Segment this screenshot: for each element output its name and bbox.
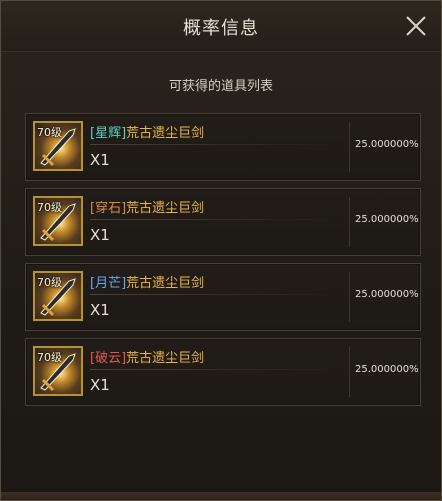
list-item: 70级 [星辉]荒古遗尘巨剑 X1 25.000000%	[25, 113, 421, 181]
item-level: 70级	[37, 201, 62, 214]
list-item: 70级 [破云]荒古遗尘巨剑 X1 25.000000%	[25, 338, 421, 406]
greatsword-icon[interactable]: 70级	[33, 271, 83, 321]
item-probability: 25.000000%	[355, 364, 419, 375]
item-level: 70级	[37, 126, 62, 139]
item-name-text: 荒古遗尘巨剑	[126, 201, 205, 216]
close-icon[interactable]	[403, 13, 429, 39]
item-list-heading: 可获得的道具列表	[168, 79, 273, 94]
greatsword-icon[interactable]: 70级	[33, 346, 83, 396]
item-name: [月芒]荒古遗尘巨剑	[90, 272, 204, 291]
item-name-text: 荒古遗尘巨剑	[126, 351, 205, 366]
item-quantity: X1	[90, 151, 110, 169]
dialog-title: 概率信息	[183, 18, 259, 39]
item-probability: 25.000000%	[355, 214, 419, 225]
divider	[90, 369, 340, 370]
item-quantity: X1	[90, 301, 110, 319]
item-name-text: 荒古遗尘巨剑	[126, 276, 205, 291]
item-name: [穿石]荒古遗尘巨剑	[90, 197, 204, 216]
item-quantity: X1	[90, 226, 110, 244]
item-level: 70级	[37, 351, 62, 364]
column-separator	[349, 272, 350, 322]
list-item: 70级 [穿石]荒古遗尘巨剑 X1 25.000000%	[25, 188, 421, 256]
item-name-text: 荒古遗尘巨剑	[126, 126, 205, 141]
item-level: 70级	[37, 276, 62, 289]
column-separator	[349, 122, 350, 172]
item-tag: [穿石]	[90, 201, 127, 216]
greatsword-icon[interactable]: 70级	[33, 196, 83, 246]
item-name: [破云]荒古遗尘巨剑	[90, 347, 204, 366]
column-separator	[349, 197, 350, 247]
divider	[90, 144, 340, 145]
dialog-header: 概率信息	[1, 1, 441, 52]
greatsword-icon[interactable]: 70级	[33, 121, 83, 171]
column-separator	[349, 347, 350, 397]
item-list: 70级 [星辉]荒古遗尘巨剑 X1 25.000000% 70级 [穿石]荒古遗…	[25, 113, 421, 413]
item-name: [星辉]荒古遗尘巨剑	[90, 122, 204, 141]
item-tag: [月芒]	[90, 276, 127, 291]
item-probability: 25.000000%	[355, 139, 419, 150]
item-tag: [破云]	[90, 351, 127, 366]
list-item: 70级 [月芒]荒古遗尘巨剑 X1 25.000000%	[25, 263, 421, 331]
probability-dialog: 概率信息 可获得的道具列表 70级 [星辉]荒古遗尘巨剑 X1 25.00000…	[0, 0, 442, 501]
divider	[90, 294, 340, 295]
item-tag: [星辉]	[90, 126, 127, 141]
item-probability: 25.000000%	[355, 289, 419, 300]
item-quantity: X1	[90, 376, 110, 394]
divider	[90, 219, 340, 220]
